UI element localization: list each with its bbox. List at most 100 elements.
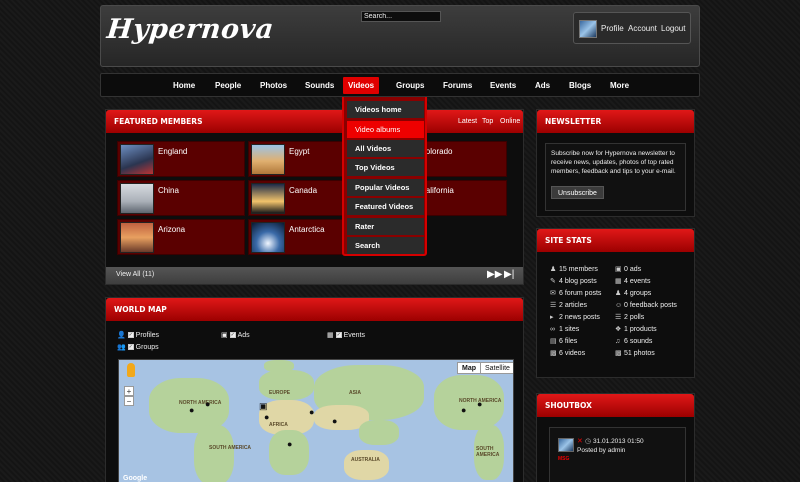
site-logo[interactable]: Hypernova bbox=[105, 14, 275, 45]
menu-search[interactable]: Search bbox=[347, 237, 424, 254]
stat-ads[interactable]: ▣ 0 ads bbox=[615, 264, 693, 276]
menu-videos-home[interactable]: Videos home bbox=[347, 101, 424, 118]
nav-events[interactable]: Events bbox=[485, 77, 521, 94]
stats-right-column: ▣ 0 ads ▦ 4 events ♟ 4 groups ☺ 0 feedback p… bbox=[615, 264, 693, 360]
member-name[interactable]: Egypt bbox=[289, 147, 309, 156]
map-canvas[interactable]: NORTH AMERICA EUROPE ASIA AFRICA SOUTH A… bbox=[118, 359, 514, 482]
stat-groups[interactable]: ♟ 4 groups bbox=[615, 288, 693, 300]
member-name[interactable]: Antarctica bbox=[289, 225, 325, 234]
stat-news-posts[interactable]: ▸ 2 news posts bbox=[550, 312, 620, 324]
stat-polls[interactable]: ☰ 2 polls bbox=[615, 312, 693, 324]
menu-video-albums[interactable]: Video albums bbox=[347, 121, 424, 138]
unsubscribe-button[interactable]: Unsubscribe bbox=[551, 186, 604, 199]
nav-people[interactable]: People bbox=[210, 77, 246, 94]
last-page-icon[interactable]: ▶| bbox=[504, 269, 514, 280]
legend-groups[interactable]: 👥 ✓ Groups bbox=[117, 343, 159, 351]
stat-members[interactable]: ♟ 15 members bbox=[550, 264, 620, 276]
member-name[interactable]: Canada bbox=[289, 186, 317, 195]
pegman-icon[interactable] bbox=[127, 363, 135, 377]
nav-videos[interactable]: Videos bbox=[343, 77, 380, 94]
stat-sites[interactable]: ∞ 1 sites bbox=[550, 324, 620, 336]
nav-photos[interactable]: Photos bbox=[255, 77, 292, 94]
delete-icon[interactable]: ✕ bbox=[577, 437, 583, 445]
ad-marker-icon[interactable]: ▣ bbox=[259, 402, 268, 411]
member-photo[interactable] bbox=[251, 183, 285, 214]
member-name[interactable]: China bbox=[158, 186, 179, 195]
nav-blogs[interactable]: Blogs bbox=[564, 77, 596, 94]
nav-groups[interactable]: Groups bbox=[391, 77, 429, 94]
nav-ads[interactable]: Ads bbox=[530, 77, 555, 94]
member-photo[interactable] bbox=[120, 222, 154, 253]
stat-label: 0 ads bbox=[624, 266, 642, 273]
menu-popular-videos[interactable]: Popular Videos bbox=[347, 179, 424, 196]
member-card[interactable]: China bbox=[117, 180, 245, 216]
map-type-map-button[interactable]: Map bbox=[457, 362, 481, 374]
stat-files[interactable]: ▤ 6 files bbox=[550, 336, 620, 348]
stat-label: 6 videos bbox=[559, 350, 586, 357]
newsletter-box: Subscribe now for Hypernova newsletter t… bbox=[545, 143, 686, 211]
sounds-icon: ♫ bbox=[615, 338, 621, 345]
member-photo[interactable] bbox=[251, 222, 285, 253]
events-checkbox[interactable]: ✓ bbox=[335, 332, 342, 339]
products-icon: ❖ bbox=[615, 326, 622, 333]
stat-blog-posts[interactable]: ✎ 4 blog posts bbox=[550, 276, 620, 288]
blog-icon: ✎ bbox=[550, 278, 556, 285]
profile-marker-icon[interactable]: ● bbox=[332, 417, 341, 426]
stat-forum-posts[interactable]: ✉ 6 forum posts bbox=[550, 288, 620, 300]
member-photo[interactable] bbox=[120, 144, 154, 175]
legend-ads[interactable]: ▣ ✓ Ads bbox=[221, 331, 250, 339]
groups-checkbox[interactable]: ✓ bbox=[127, 344, 134, 351]
member-card[interactable]: England bbox=[117, 141, 245, 177]
nav-sounds[interactable]: Sounds bbox=[300, 77, 339, 94]
legend-label: Ads bbox=[237, 332, 250, 339]
member-card[interactable]: Arizona bbox=[117, 219, 245, 255]
member-name[interactable]: Arizona bbox=[158, 225, 185, 234]
groups-icon: 👥 bbox=[117, 344, 126, 351]
nav-forums[interactable]: Forums bbox=[438, 77, 477, 94]
tab-top[interactable]: Top bbox=[482, 110, 493, 133]
stat-feedback-posts[interactable]: ☺ 0 feedback posts bbox=[615, 300, 693, 312]
member-photo[interactable] bbox=[251, 144, 285, 175]
shout-avatar[interactable] bbox=[558, 438, 574, 452]
nav-home[interactable]: Home bbox=[168, 77, 200, 94]
profile-marker-icon[interactable]: ● bbox=[477, 400, 486, 409]
ads-checkbox[interactable]: ✓ bbox=[229, 332, 236, 339]
group-marker-icon[interactable]: ● bbox=[309, 408, 318, 417]
profile-marker-icon[interactable]: ● bbox=[189, 406, 198, 415]
zoom-out-button[interactable]: − bbox=[124, 396, 134, 406]
profiles-checkbox[interactable]: ✓ bbox=[127, 332, 134, 339]
stat-articles[interactable]: ☰ 2 articles bbox=[550, 300, 620, 312]
next-icon[interactable]: ▶▶ bbox=[487, 269, 502, 280]
stat-events[interactable]: ▦ 4 events bbox=[615, 276, 693, 288]
logout-link[interactable]: Logout bbox=[661, 24, 685, 33]
menu-all-videos[interactable]: All Videos bbox=[347, 140, 424, 157]
tab-online[interactable]: Online bbox=[500, 110, 520, 133]
profile-marker-icon[interactable]: ● bbox=[461, 406, 470, 415]
tab-latest[interactable]: Latest bbox=[458, 110, 477, 133]
zoom-in-button[interactable]: + bbox=[124, 386, 134, 396]
newsletter-panel: NEWSLETTER Subscribe now for Hypernova n… bbox=[536, 109, 695, 217]
stat-photos[interactable]: ▩ 51 photos bbox=[615, 348, 693, 360]
member-name[interactable]: England bbox=[158, 147, 187, 156]
legend-profiles[interactable]: 👤 ✓ Profiles bbox=[117, 331, 159, 339]
legend-events[interactable]: ▦ ✓ Events bbox=[327, 331, 365, 339]
profile-marker-icon[interactable]: ● bbox=[205, 400, 214, 409]
view-all-link[interactable]: View All (11) bbox=[116, 271, 154, 278]
map-type-satellite-button[interactable]: Satellite bbox=[480, 362, 513, 374]
menu-rater[interactable]: Rater bbox=[347, 218, 424, 235]
avatar[interactable] bbox=[579, 20, 597, 38]
ads-icon: ▣ bbox=[221, 332, 228, 339]
profile-link[interactable]: Profile bbox=[601, 24, 624, 33]
account-link[interactable]: Account bbox=[628, 24, 657, 33]
group-marker-icon[interactable]: ● bbox=[287, 440, 296, 449]
nav-more[interactable]: More bbox=[605, 77, 634, 94]
menu-top-videos[interactable]: Top Videos bbox=[347, 159, 424, 176]
videos-icon: ▩ bbox=[550, 350, 557, 357]
stat-sounds[interactable]: ♫ 6 sounds bbox=[615, 336, 693, 348]
menu-featured-videos[interactable]: Featured Videos bbox=[347, 198, 424, 215]
member-photo[interactable] bbox=[120, 183, 154, 214]
profile-marker-icon[interactable]: ● bbox=[264, 413, 273, 422]
stat-products[interactable]: ❖ 1 products bbox=[615, 324, 693, 336]
search-input[interactable] bbox=[361, 11, 441, 22]
stat-videos[interactable]: ▩ 6 videos bbox=[550, 348, 620, 360]
